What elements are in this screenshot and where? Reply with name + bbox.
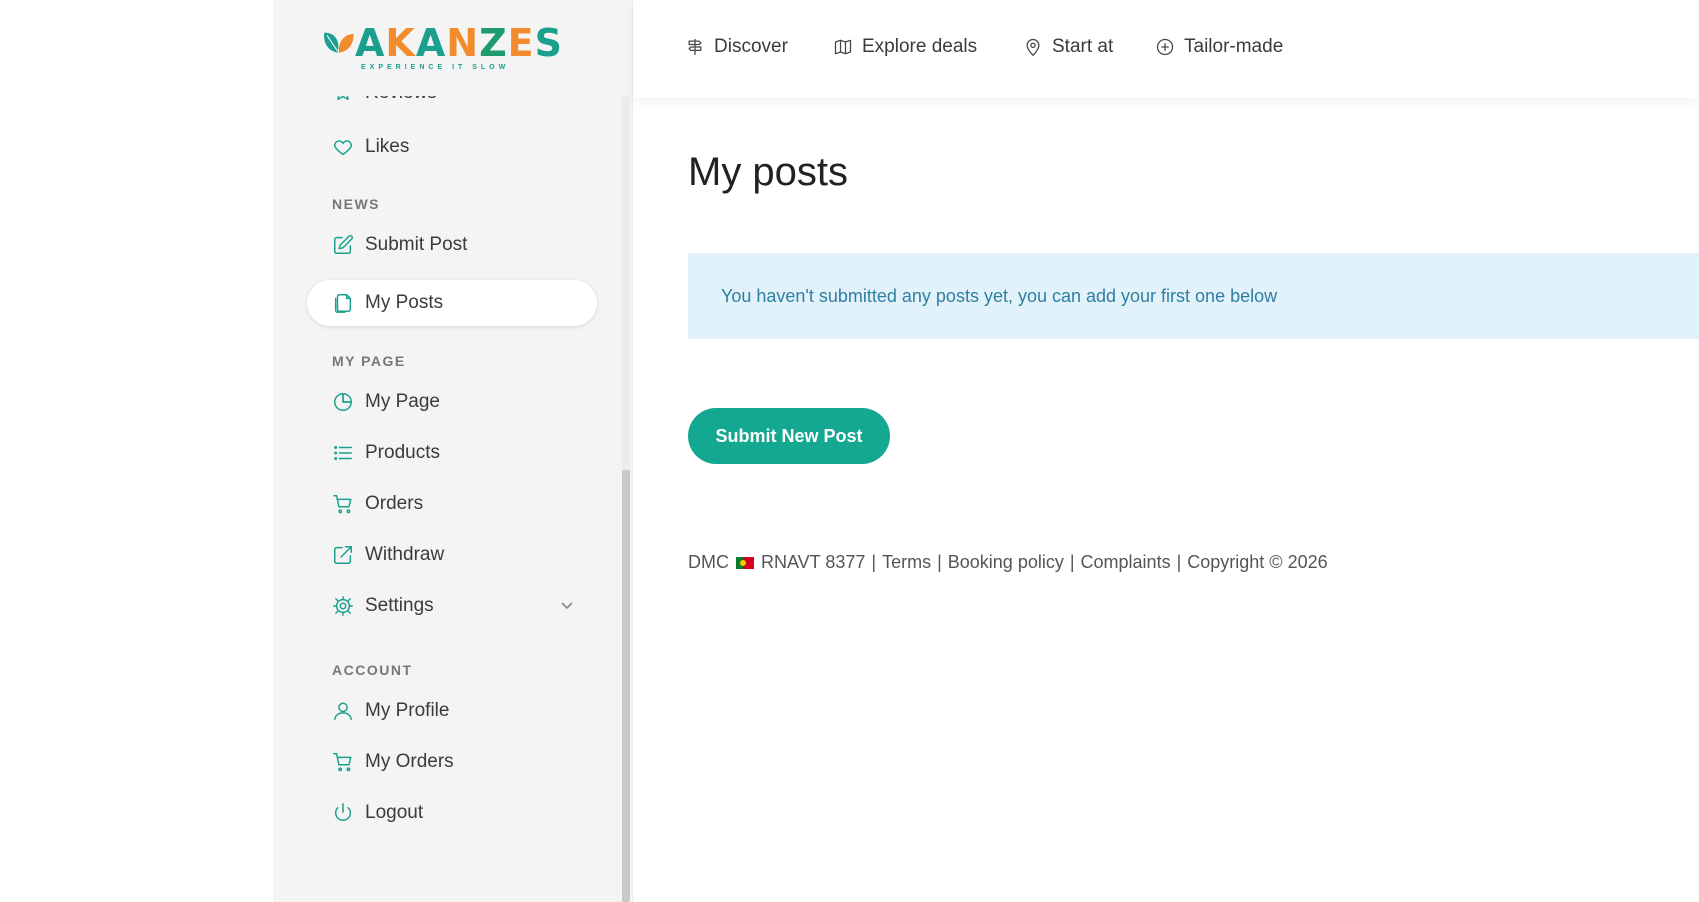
sidebar-item-label: My Orders	[365, 751, 454, 772]
signpost-icon	[688, 38, 702, 56]
nav-explore-deals[interactable]: Explore deals	[833, 36, 977, 58]
documents-icon	[331, 291, 355, 315]
logo-tagline: EXPERIENCE IT SLOW	[361, 64, 510, 71]
nav-tailor-made[interactable]: Tailor-made	[1155, 36, 1283, 58]
heart-icon	[331, 135, 355, 159]
logo[interactable]: AKANZES EXPERIENCE IT SLOW	[323, 22, 563, 74]
sidebar-item-label: Settings	[365, 595, 434, 616]
submit-new-post-button[interactable]: Submit New Post	[688, 408, 890, 464]
cart-icon	[331, 492, 355, 516]
footer-link-booking-policy[interactable]: Booking policy	[948, 552, 1064, 573]
star-icon	[331, 96, 355, 104]
sidebar-item-withdraw[interactable]: Withdraw	[307, 532, 597, 578]
footer-link-terms[interactable]: Terms	[882, 552, 931, 573]
section-label-my-page: MY PAGE	[332, 353, 406, 369]
chevron-down-icon[interactable]	[559, 597, 575, 619]
logo-wordmark: AKANZES	[354, 21, 563, 65]
map-pin-icon	[1026, 38, 1040, 56]
footer-rnavt: RNAVT 8377	[761, 552, 866, 572]
sidebar-item-label: Orders	[365, 493, 424, 514]
sidebar-item-my-orders[interactable]: My Orders	[307, 739, 597, 785]
map-icon	[834, 39, 852, 55]
share-out-icon	[331, 543, 355, 567]
list-icon	[331, 441, 355, 465]
plus-circle-icon	[1156, 38, 1174, 56]
footer-dmc: DMC	[688, 552, 729, 572]
pie-chart-icon	[331, 390, 355, 414]
sidebar-item-submit-post[interactable]: Submit Post	[307, 222, 597, 268]
sidebar-item-label: Likes	[365, 136, 410, 157]
top-navigation: Discover Explore deals Start at Tailor-m…	[633, 0, 1699, 98]
sidebar-item-my-posts[interactable]: My Posts	[307, 280, 597, 326]
sidebar-scrollbar-thumb[interactable]	[622, 470, 630, 902]
footer: DMC RNAVT 8377 | Terms | Booking policy …	[688, 552, 1328, 573]
notice-text: You haven't submitted any posts yet, you…	[721, 285, 1278, 306]
sidebar-item-products[interactable]: Products	[307, 430, 597, 476]
user-icon	[331, 699, 355, 723]
sidebar-item-label: My Posts	[365, 292, 444, 313]
sidebar-item-likes[interactable]: Likes	[307, 124, 597, 170]
section-label-account: ACCOUNT	[332, 662, 413, 678]
nav-discover[interactable]: Discover	[685, 36, 788, 58]
edit-icon	[331, 233, 355, 257]
sidebar-item-label: Submit Post	[365, 234, 468, 255]
footer-copyright: Copyright © 2026	[1187, 552, 1328, 572]
sidebar-item-label: Logout	[365, 802, 424, 823]
sidebar-item-label: Withdraw	[365, 544, 445, 565]
sidebar: AKANZES EXPERIENCE IT SLOW Reviews Likes…	[273, 0, 633, 902]
sidebar-item-label: Products	[365, 442, 440, 463]
sidebar-item-logout[interactable]: Logout	[307, 790, 597, 836]
sidebar-item-my-page[interactable]: My Page	[307, 379, 597, 425]
section-label-news: NEWS	[332, 196, 380, 212]
nav-start-at[interactable]: Start at	[1023, 36, 1113, 58]
portugal-flag-icon	[736, 556, 754, 569]
sidebar-item-label: My Page	[365, 391, 440, 412]
empty-posts-notice: You haven't submitted any posts yet, you…	[688, 253, 1699, 339]
sidebar-item-my-profile[interactable]: My Profile	[307, 688, 597, 734]
sidebar-item-settings[interactable]: Settings	[307, 583, 597, 629]
sidebar-item-reviews[interactable]: Reviews	[307, 96, 597, 104]
footer-link-complaints[interactable]: Complaints	[1081, 552, 1171, 573]
page-title: My posts	[688, 150, 849, 194]
sidebar-item-orders[interactable]: Orders	[307, 481, 597, 527]
sidebar-item-label: My Profile	[365, 700, 450, 721]
power-icon	[331, 801, 355, 825]
leaf-logo-icon	[324, 32, 354, 53]
cart-icon	[331, 750, 355, 774]
gear-icon	[331, 594, 355, 618]
